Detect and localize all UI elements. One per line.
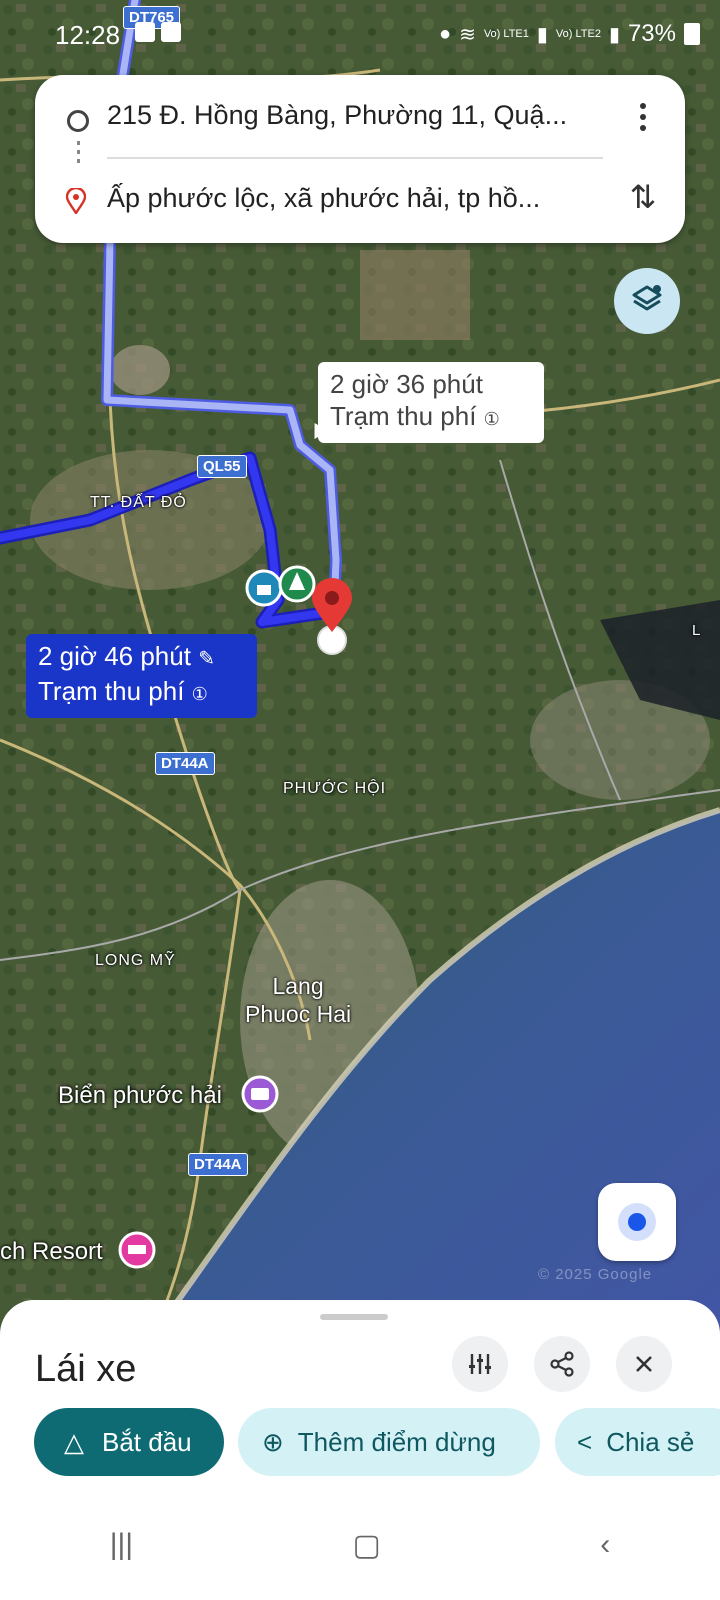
wifi-icon: ≋ <box>459 23 476 46</box>
sheet-title: Lái xe <box>35 1348 137 1390</box>
share-icon <box>550 1351 574 1377</box>
destination-pin-icon <box>66 188 86 214</box>
signal-2-icon: ▮ <box>608 23 620 46</box>
home-icon[interactable]: ▢ <box>353 1528 381 1563</box>
back-icon[interactable]: ‹ <box>600 1528 610 1562</box>
my-location-button[interactable] <box>598 1183 676 1261</box>
status-bar: 12:28 ● ≋ Vo) LTE1 ▮ Vo) LTE2 ▮ 73% <box>0 0 720 72</box>
alternate-route-duration: 2 giờ 36 phút <box>330 369 483 399</box>
toll-icon: ① <box>483 409 500 429</box>
alternate-route-callout[interactable]: 2 giờ 36 phút Trạm thu phí ① <box>318 362 544 443</box>
system-nav-bar: ||| ▢ ‹ <box>0 1490 720 1600</box>
add-stop-button[interactable]: ⊕ Thêm điểm dừng <box>238 1408 540 1476</box>
edge-label: L <box>692 622 702 639</box>
poi-resort-label[interactable]: ch Resort <box>0 1238 103 1266</box>
road-shield: QL55 <box>197 455 247 478</box>
status-right: ● ≋ Vo) LTE1 ▮ Vo) LTE2 ▮ 73% <box>439 20 700 48</box>
my-location-icon <box>618 1203 656 1241</box>
town-label: Lang Phuoc Hai <box>245 972 351 1028</box>
town-label-line1: Lang <box>272 973 324 999</box>
origin-input[interactable]: 215 Đ. Hồng Bàng, Phường 11, Quậ... <box>107 100 627 131</box>
place-label: LONG MỸ <box>95 952 176 969</box>
poi-beach-label[interactable]: Biển phước hải <box>58 1082 222 1110</box>
tune-icon <box>469 1354 491 1374</box>
status-time: 12:28 <box>55 20 121 50</box>
start-button-label: Bắt đầu <box>102 1426 192 1457</box>
share-chip-label: Chia sẻ <box>606 1426 695 1457</box>
signal-1-label: Vo) LTE1 <box>483 28 529 40</box>
selected-route-note: Trạm thu phí <box>38 676 185 706</box>
navigation-arrow-icon: △ <box>64 1426 84 1457</box>
place-label: TT. ĐẤT ĐỎ <box>90 494 187 511</box>
alternate-route-note: Trạm thu phí <box>330 401 477 431</box>
town-label-line2: Phuoc Hai <box>245 1001 352 1027</box>
battery-icon <box>684 23 700 45</box>
selected-route-duration: 2 giờ 46 phút <box>38 641 191 671</box>
divider <box>107 157 603 159</box>
share-chip-button[interactable]: < Chia sẻ <box>555 1408 720 1476</box>
place-label: PHƯỚC HỘI <box>283 780 387 797</box>
destination-input[interactable]: Ấp phước lộc, xã phước hải, tp hồ... <box>107 183 627 214</box>
share-chip-icon: < <box>577 1426 593 1457</box>
more-options-button[interactable] <box>623 95 663 139</box>
battery-percent: 73% <box>627 20 676 47</box>
start-button[interactable]: △ Bắt đầu <box>34 1408 224 1476</box>
leaf-icon: ✎ <box>198 648 215 670</box>
signal-1-icon: ▮ <box>536 23 548 46</box>
signal-2-label: Vo) LTE2 <box>555 28 601 40</box>
selected-route-callout[interactable]: 2 giờ 46 phút ✎ Trạm thu phí ① <box>26 634 257 718</box>
toll-icon: ① <box>191 684 208 704</box>
road-shield: DT44A <box>188 1153 248 1176</box>
route-options-button[interactable] <box>452 1336 508 1392</box>
add-location-icon: ⊕ <box>262 1426 284 1457</box>
swap-icon[interactable]: ⇅ <box>621 175 665 219</box>
gallery-notification-icon <box>135 22 155 42</box>
map-watermark: © 2025 Google <box>538 1266 653 1283</box>
route-card: 215 Đ. Hồng Bàng, Phường 11, Quậ... Ấp p… <box>35 75 685 243</box>
route-dots-icon <box>77 141 80 167</box>
origin-circle-icon <box>67 110 89 132</box>
location-icon: ● <box>438 22 452 45</box>
layers-button[interactable] <box>614 268 680 334</box>
check-notification-icon <box>161 22 181 42</box>
add-stop-label: Thêm điểm dừng <box>297 1426 496 1457</box>
close-icon <box>636 1356 652 1372</box>
share-button[interactable] <box>534 1336 590 1392</box>
road-shield: DT44A <box>155 752 215 775</box>
close-button[interactable] <box>616 1336 672 1392</box>
recent-apps-icon[interactable]: ||| <box>110 1528 133 1562</box>
sheet-drag-handle[interactable] <box>320 1314 388 1320</box>
notification-icons <box>135 22 181 42</box>
layers-icon <box>632 285 662 311</box>
